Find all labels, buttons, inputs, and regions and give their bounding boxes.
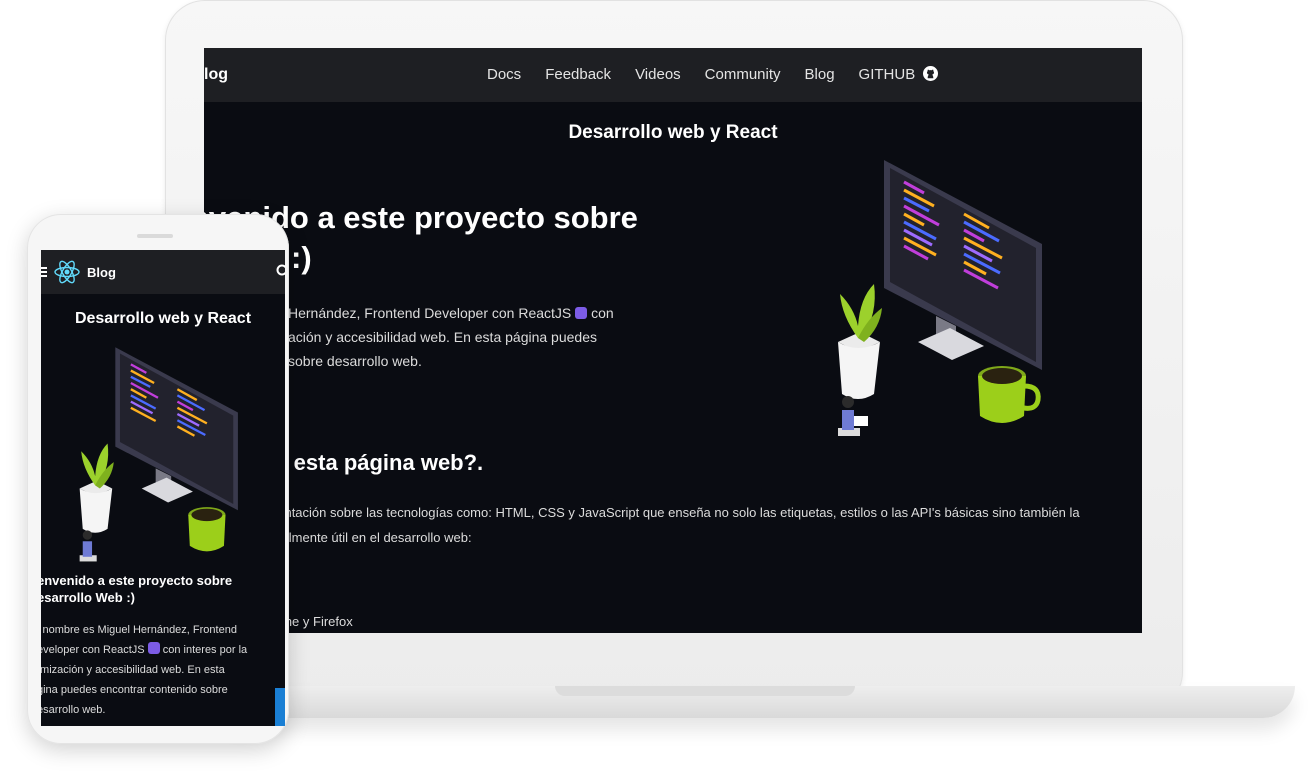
developer-figure bbox=[838, 396, 868, 436]
phone-speaker bbox=[137, 234, 173, 238]
mobile-hero-heading: envenido a este proyecto sobre esarrollo… bbox=[41, 572, 277, 606]
section-heading: ta esta página web?. bbox=[268, 450, 484, 475]
mobile-intro-line-2-end: con interes por la bbox=[162, 644, 248, 656]
section-paragraph: nentación sobre las tecnologías como: HT… bbox=[270, 500, 1142, 550]
mobile-developer-illustration bbox=[79, 347, 238, 562]
nav-link-github[interactable]: GITHUB bbox=[859, 66, 939, 83]
scroll-to-top-button[interactable] bbox=[275, 688, 285, 726]
mobile-title: Desarrollo web y React bbox=[74, 310, 252, 327]
site-subtitle: Desarrollo web y React bbox=[568, 122, 778, 143]
mobile-intro: i nombre es Miguel Hernández, Frontend e… bbox=[41, 620, 275, 720]
hero-intro-line-1-end: con bbox=[591, 305, 614, 321]
plant bbox=[838, 284, 882, 399]
hero-intro-line-1: Hernández, Frontend Developer con ReactJ… bbox=[288, 301, 648, 325]
mobile-intro-line-2-text: eveloper con ReactJS bbox=[41, 644, 145, 656]
developer-illustration bbox=[838, 160, 1042, 436]
mobile-screen: Blog Desarrollo web y React envenido a e… bbox=[41, 250, 285, 726]
menu-icon[interactable] bbox=[41, 265, 49, 279]
nav-link-docs[interactable]: Docs bbox=[487, 66, 521, 83]
react-logo-icon[interactable] bbox=[53, 258, 81, 286]
nav-link-github-label: GITHUB bbox=[858, 66, 916, 83]
hero-intro: Hernández, Frontend Developer con ReactJ… bbox=[288, 301, 648, 373]
desktop-nav-links: Docs Feedback Videos Community Blog GITH… bbox=[487, 66, 939, 83]
mobile-intro-line-4: gina puedes encontrar contenido sobre bbox=[41, 684, 228, 696]
hero-intro-line-2: ación y accesibilidad web. En esta págin… bbox=[288, 329, 597, 345]
mobile-brand[interactable]: Blog bbox=[87, 265, 116, 280]
react-emoji-icon bbox=[147, 642, 160, 654]
desktop-screen: log Docs Feedback Videos Community Blog … bbox=[204, 48, 1142, 633]
monitor-screen bbox=[890, 168, 1036, 362]
mobile-hero-line-1: envenido a este proyecto sobre bbox=[41, 573, 233, 588]
nav-link-feedback[interactable]: Feedback bbox=[545, 66, 611, 83]
mobile-intro-line-5: esarrollo web. bbox=[41, 704, 106, 716]
mockup-stage: log Docs Feedback Videos Community Blog … bbox=[0, 0, 1312, 784]
desktop-navbar: log Docs Feedback Videos Community Blog … bbox=[204, 48, 1142, 102]
hero-intro-line-1-text: Hernández, Frontend Developer con ReactJ… bbox=[288, 305, 572, 321]
github-icon bbox=[923, 66, 939, 81]
section-paragraph-line-1: nentación sobre las tecnologías como: HT… bbox=[270, 505, 1080, 520]
mobile-intro-line-2: eveloper con ReactJS con interes por la bbox=[41, 640, 275, 660]
react-emoji-icon bbox=[575, 307, 588, 319]
section-paragraph-line-2: realmente útil en el desarrollo web: bbox=[270, 530, 472, 545]
nav-link-community[interactable]: Community bbox=[705, 66, 781, 83]
mobile-intro-line-3: tmización y accesibilidad web. En esta bbox=[41, 664, 225, 676]
mobile-hero-line-2: esarrollo Web :) bbox=[41, 590, 136, 605]
nav-link-blog[interactable]: Blog bbox=[805, 66, 835, 83]
coffee-mug bbox=[978, 366, 1041, 423]
nav-link-videos[interactable]: Videos bbox=[635, 66, 681, 83]
mobile-navbar: Blog bbox=[41, 250, 285, 294]
desktop-brand[interactable]: log bbox=[204, 66, 228, 84]
search-icon[interactable] bbox=[275, 264, 285, 278]
hero-intro-line-3: sobre desarrollo web. bbox=[288, 353, 422, 369]
laptop-notch bbox=[555, 686, 855, 696]
mobile-intro-line-1: i nombre es Miguel Hernández, Frontend bbox=[41, 624, 237, 636]
phone-frame: Blog Desarrollo web y React envenido a e… bbox=[27, 214, 289, 744]
